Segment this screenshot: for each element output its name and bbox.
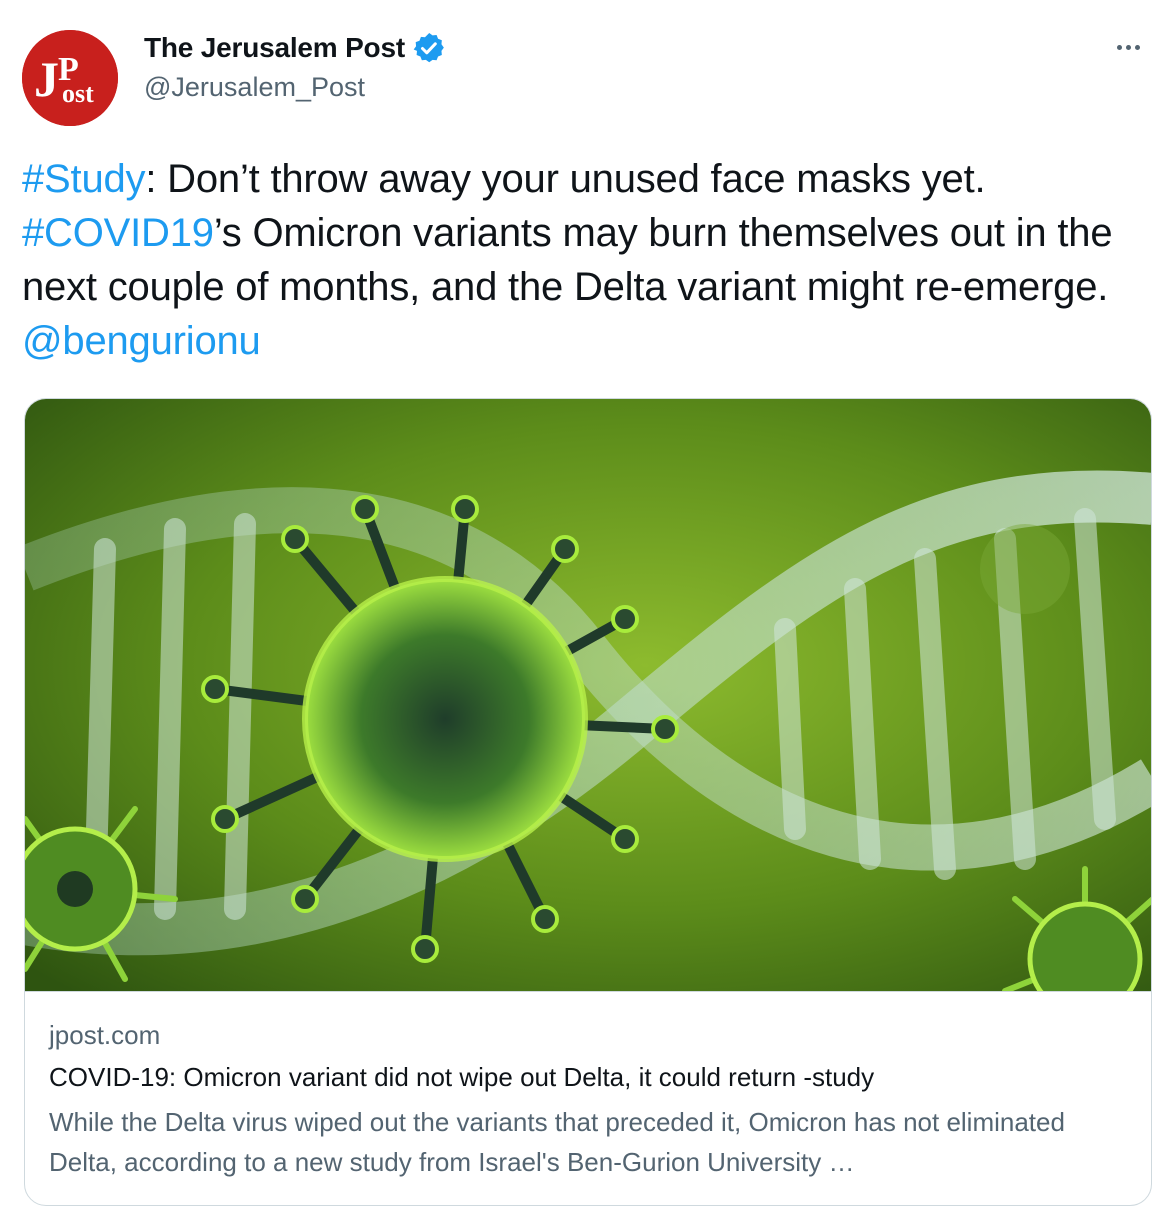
- svg-text:ost: ost: [62, 79, 94, 108]
- dot: [1116, 44, 1122, 50]
- hashtag-study-link[interactable]: #Study: [22, 157, 146, 201]
- avatar[interactable]: J P ost: [22, 30, 118, 126]
- author-handle[interactable]: @Jerusalem_Post: [144, 72, 365, 103]
- dot: [1125, 44, 1131, 50]
- dot: [1134, 44, 1140, 50]
- card-title: COVID-19: Omicron variant did not wipe o…: [49, 1062, 875, 1092]
- card-domain: jpost.com: [49, 1020, 161, 1050]
- tweet-text: #Study: Don’t throw away your unused fac…: [22, 152, 1162, 368]
- more-dots-icon[interactable]: [1108, 32, 1148, 62]
- card-description: While the Delta virus wiped out the vari…: [49, 1107, 1065, 1177]
- tweet-header: J P ost The Jerusalem Post @Jerusalem_Po…: [22, 24, 1154, 126]
- author-name-row: The Jerusalem Post: [144, 32, 445, 64]
- mention-bengurionu-link[interactable]: @bengurionu: [22, 319, 261, 363]
- jpost-logo-icon: J P ost: [22, 30, 118, 126]
- svg-text:J: J: [34, 51, 59, 107]
- card-image[interactable]: [25, 399, 1151, 991]
- display-name[interactable]: The Jerusalem Post: [144, 32, 405, 64]
- link-card[interactable]: jpost.com COVID-19: Omicron variant did …: [24, 398, 1152, 1206]
- verified-badge-icon: [413, 32, 445, 64]
- tweet-text-part1: : Don’t throw away your unused face mask…: [145, 157, 986, 201]
- virus-dna-illustration: [25, 399, 1151, 991]
- card-meta[interactable]: jpost.com COVID-19: Omicron variant did …: [25, 991, 1151, 1205]
- hashtag-covid19-link[interactable]: #COVID19: [22, 211, 214, 255]
